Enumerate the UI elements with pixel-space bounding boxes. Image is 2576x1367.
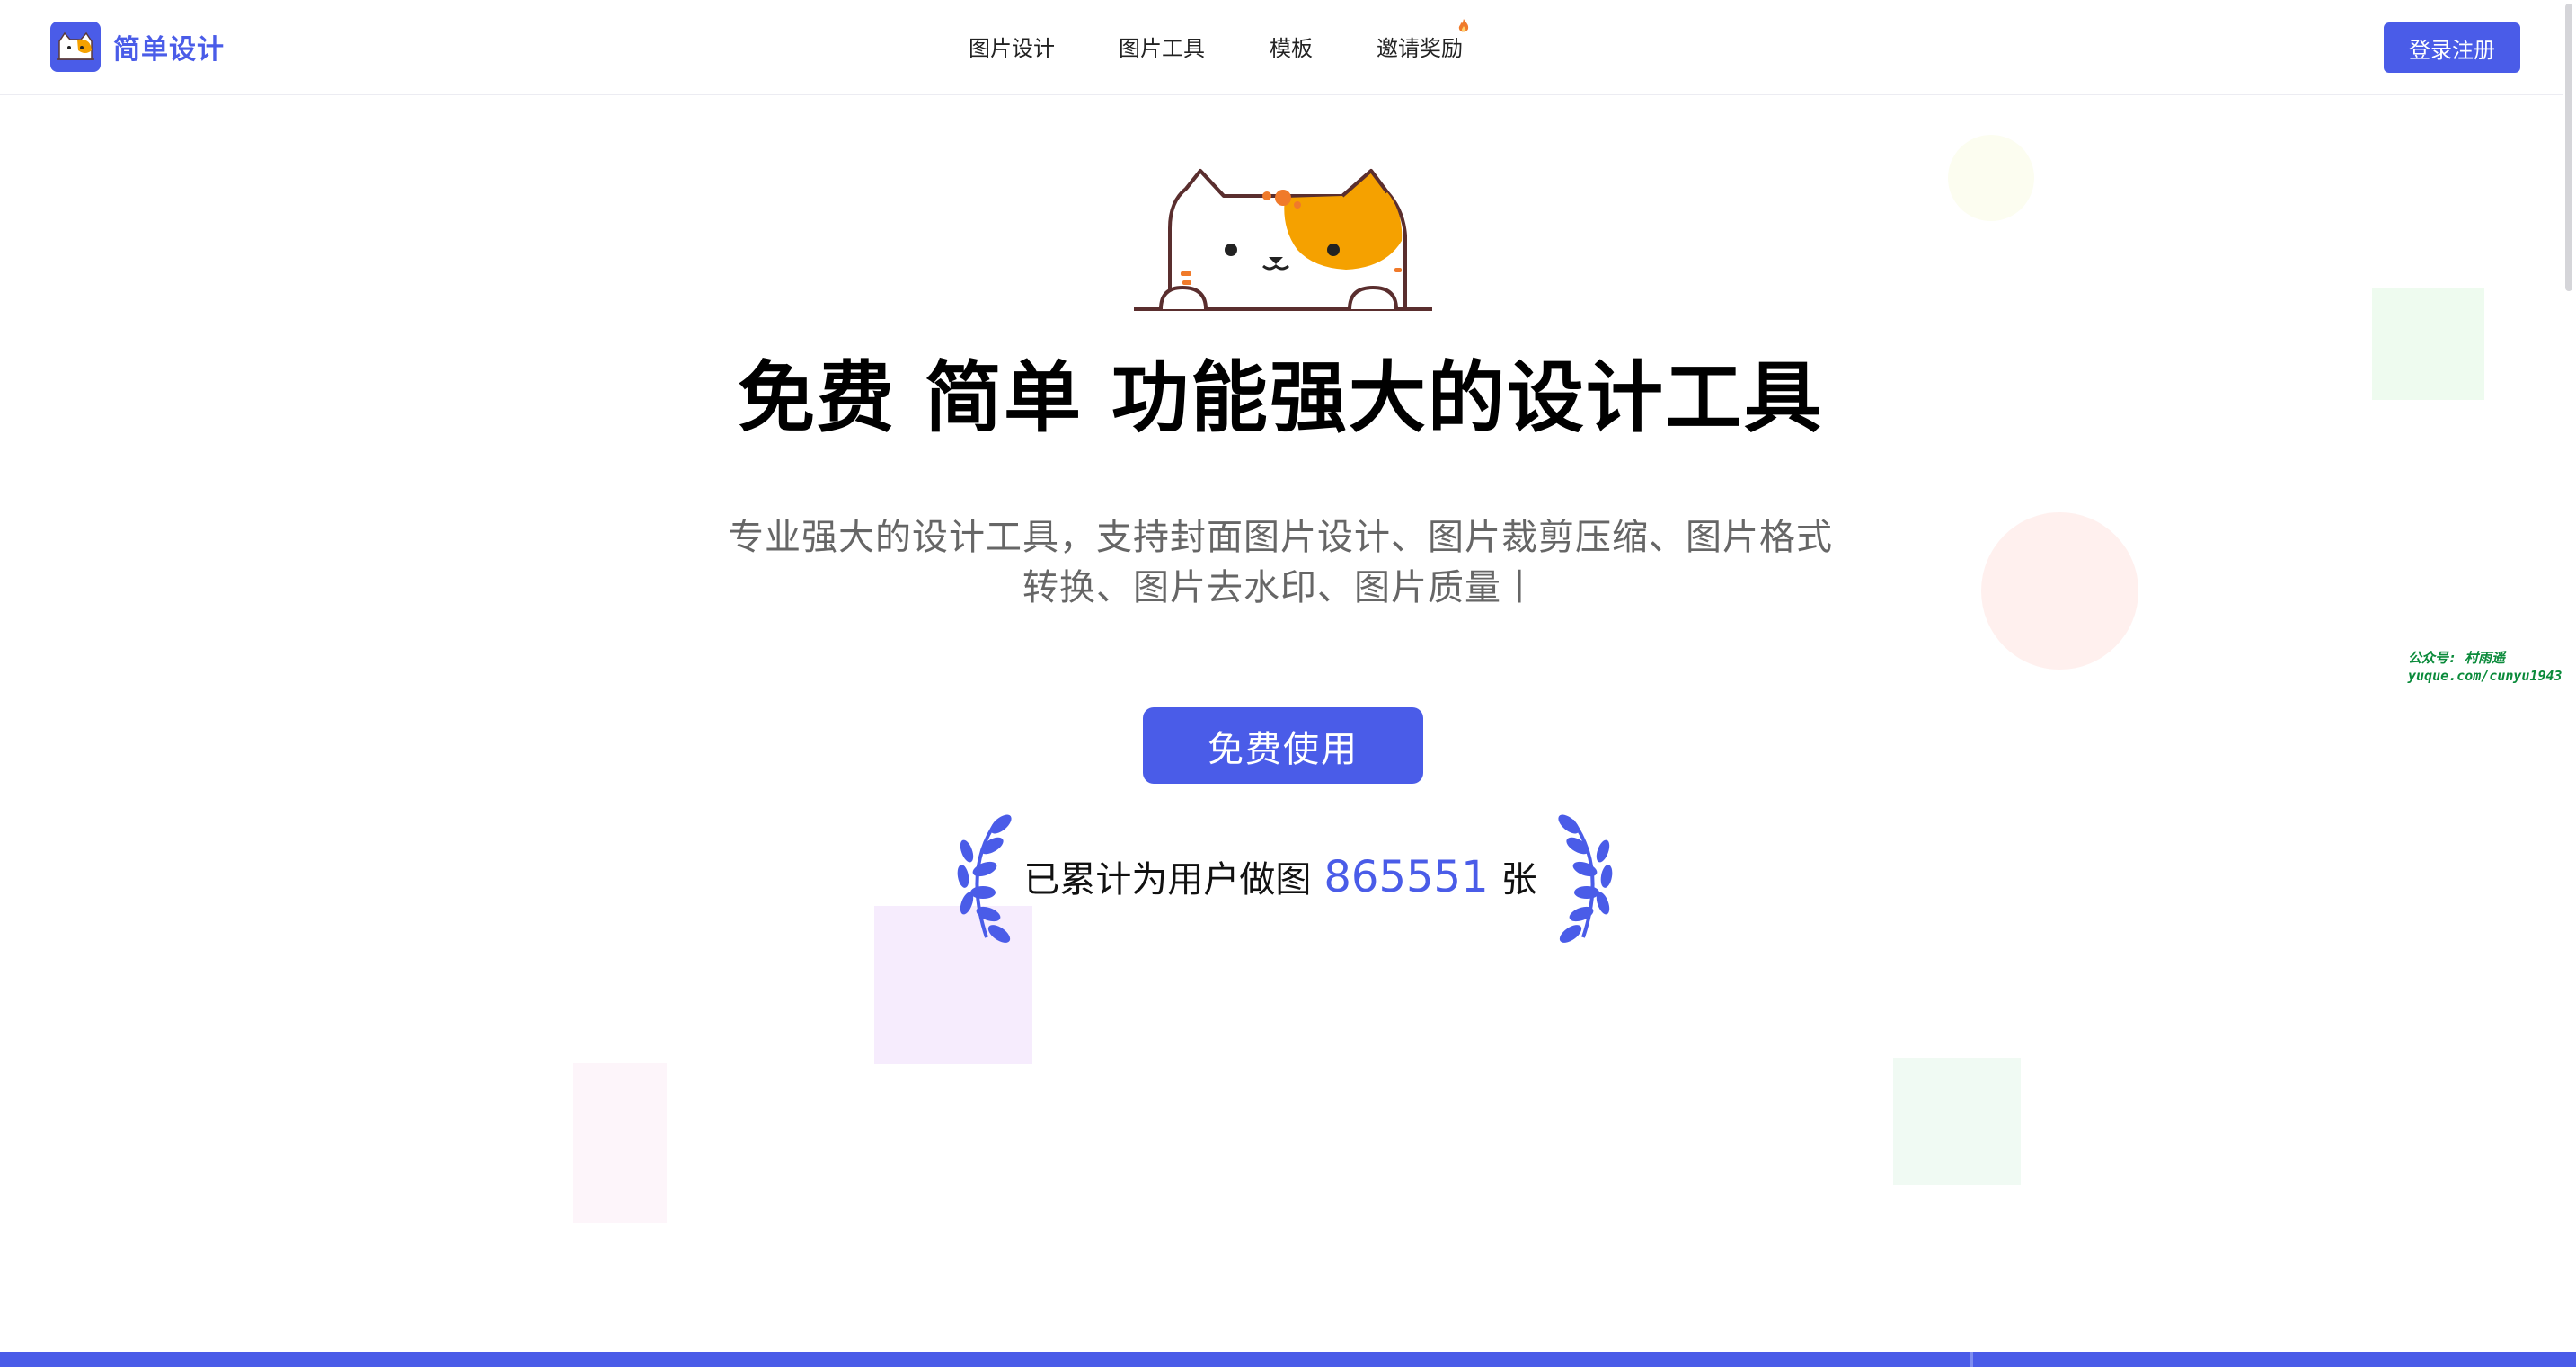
bottom-bar-divider bbox=[1970, 1352, 1973, 1367]
usage-stats: 已累计为用户做图 865551 张 bbox=[0, 850, 2561, 902]
login-register-button[interactable]: 登录注册 bbox=[2384, 22, 2520, 73]
watermark-line2: yuque.com/cunyu1943 bbox=[2408, 668, 2563, 684]
watermark-line1: 公众号: 村雨遥 bbox=[2408, 650, 2506, 666]
top-navbar: 简单设计 图片设计 图片工具 模板 邀请奖励 登录注册 bbox=[0, 0, 2576, 95]
stats-suffix: 张 bbox=[1500, 859, 1537, 901]
hero-subtitle: 专业强大的设计工具，支持封面图片设计、图片裁剪压缩、图片格式转换、图片去水印、图… bbox=[728, 517, 1833, 608]
decor-circle-pink bbox=[1981, 512, 2138, 670]
main-nav: 图片设计 图片工具 模板 邀请奖励 bbox=[0, 31, 2576, 67]
bottom-accent-bar bbox=[0, 1352, 2576, 1367]
fire-icon bbox=[1457, 18, 1470, 38]
watermark: 公众号: 村雨遥 yuque.com/cunyu1943 bbox=[2408, 649, 2563, 685]
free-use-button[interactable]: 免费使用 bbox=[1143, 707, 1423, 784]
nav-item-invite-rewards[interactable]: 邀请奖励 bbox=[1377, 31, 1463, 62]
cat-mascot-illustration bbox=[1134, 165, 1432, 327]
nav-item-image-design[interactable]: 图片设计 bbox=[969, 31, 1055, 62]
page-scrollbar[interactable] bbox=[2563, 0, 2576, 1353]
decor-square-mint bbox=[1893, 1058, 2021, 1185]
nav-item-image-tools[interactable]: 图片工具 bbox=[1119, 31, 1205, 62]
hero-headline: 免费 简单 功能强大的设计工具 bbox=[738, 353, 1823, 443]
laurel-right-icon bbox=[1554, 813, 1626, 952]
stats-prefix: 已累计为用户做图 bbox=[1023, 859, 1312, 901]
decor-circle-yellow bbox=[1948, 135, 2034, 221]
decor-rect-pink bbox=[573, 1063, 667, 1223]
nav-item-templates[interactable]: 模板 bbox=[1270, 31, 1313, 62]
scrollbar-thumb[interactable] bbox=[2565, 4, 2572, 291]
stats-count: 865551 bbox=[1323, 852, 1489, 902]
